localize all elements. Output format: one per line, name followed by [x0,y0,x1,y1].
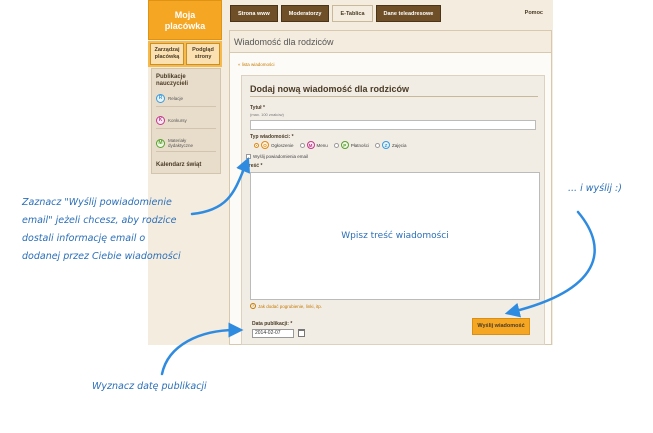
sidebar-item-konkursy[interactable]: K Konkursy [156,116,216,129]
message-form: Dodaj nową wiadomość dla rodziców Tytuł … [241,75,545,345]
sidebar-item-relacje[interactable]: R Relacje [156,94,216,107]
calendar-icon[interactable] [298,329,305,337]
formatting-help-label: Jak dodać pogrubienie, linki, itp. [258,303,323,309]
logo-line1: Moja [174,10,196,20]
manage-facility-line2: placówką [154,54,180,60]
email-annotation-line: Zaznacz "Wyślij powiadomienie [22,197,172,208]
sidebar-menu: Publikacje nauczycieli R Relacje K Konku… [151,68,221,174]
title-label: Tytuł * [250,105,265,111]
email-annotation-line: dodanej przez Ciebie wiadomości [22,251,181,262]
content-placeholder: Wpisz treść wiadomości [341,231,449,241]
form-title: Dodaj nową wiadomość dla rodziców [250,84,410,94]
type-zajecia-radio[interactable] [375,142,381,148]
type-platnosci-label: Płatności [350,142,370,148]
sidebar-heading-line1: Publikacje [156,74,186,80]
manage-facility-button[interactable]: Zarządzaj placówką [150,43,184,65]
sidebar-item-calendar[interactable]: Kalendarz świąt [156,162,216,168]
date-annotation: Wyznacz datę publikacji [92,381,207,392]
main-panel: Wiadomość dla rodziców « lista wiadomośc… [229,30,552,345]
sidebar-item-materialy[interactable]: M Materiały dydaktyczne [156,138,216,152]
send-annotation: ... i wyślij :) [568,183,622,194]
sidebar-item-label: Relacje [168,96,184,101]
app-window: Moja placówka Zarządzaj placówką Podgląd… [148,0,553,345]
page-title: Wiadomość dla rodziców [230,31,551,53]
email-notification-label: Wyślij powiadomienia email [253,154,308,159]
title-input[interactable] [250,120,536,130]
question-icon: ? [250,303,256,309]
relacje-icon: R [156,94,165,103]
email-notification-row: Wyślij powiadomienia email [246,154,308,159]
date-label: Data publikacji: * [252,321,293,327]
materialy-label-line2: dydaktyczne [168,143,194,148]
publication-date-input[interactable]: 2014-02-07 [252,329,294,338]
logo-line2: placówka [164,21,206,31]
tab-moderatorzy[interactable]: Moderatorzy [280,5,330,22]
type-ogloszenie-label: Ogłoszenie [271,142,294,148]
email-annotation: Zaznacz "Wyślij powiadomienie email" jeż… [22,194,212,266]
logo[interactable]: Moja placówka [148,0,222,40]
side-buttons: Zarządzaj placówką Podgląd strony [148,41,222,67]
back-to-list-link[interactable]: « lista wiadomości [238,62,275,67]
ogloszenie-icon: O [261,141,269,149]
type-label: Typ wiadomości: * [250,134,294,140]
sidebar-heading-line2: nauczycieli [156,81,189,87]
platnosci-icon: P [340,141,349,149]
menu-icon: M [306,141,315,149]
tab-e-tablica[interactable]: E-Tablica [332,5,373,22]
type-zajecia-label: Zajęcia [392,142,407,148]
sidebar-item-label: Materiały dydaktyczne [168,138,193,148]
type-platnosci-radio[interactable] [333,142,339,148]
type-ogloszenie-radio[interactable] [254,142,259,148]
form-title-divider [250,96,538,97]
email-notification-checkbox[interactable] [246,154,251,159]
tab-dane-teleadresowe[interactable]: Dane teleadresowe [375,5,442,22]
sidebar-item-label: Konkursy [168,118,187,123]
konkursy-icon: K [156,116,165,125]
title-hint: (max. 100 znaków) [250,112,284,117]
email-annotation-line: dostali informację email o [22,233,146,244]
manage-facility-line1: Zarządzaj [154,47,180,53]
content-textarea[interactable]: Wpisz treść wiadomości [250,172,540,300]
zajecia-icon: Z [382,141,391,149]
preview-page-button[interactable]: Podgląd strony [186,43,220,65]
help-link[interactable]: Pomoc [525,10,543,16]
send-message-button[interactable]: Wyślij wiadomość [472,318,530,335]
type-menu-radio[interactable] [299,142,305,148]
type-menu-label: Menu [316,142,328,148]
preview-page-line1: Podgląd [192,47,214,53]
formatting-help-link[interactable]: ? Jak dodać pogrubienie, linki, itp. [250,303,322,309]
tab-strona-www[interactable]: Strona www [230,5,278,22]
sidebar-heading: Publikacje nauczycieli [156,74,216,88]
content-label: Treść * [246,163,263,169]
email-annotation-line: email" jeżeli chcesz, aby rodzice [22,215,177,226]
top-nav: Strona www Moderatorzy E-Tablica Dane te… [230,5,442,22]
materialy-icon: M [156,138,165,148]
message-type-group: O Ogłoszenie M Menu P Płatności Z Zajęci… [250,141,407,149]
preview-page-line2: strony [194,54,212,60]
